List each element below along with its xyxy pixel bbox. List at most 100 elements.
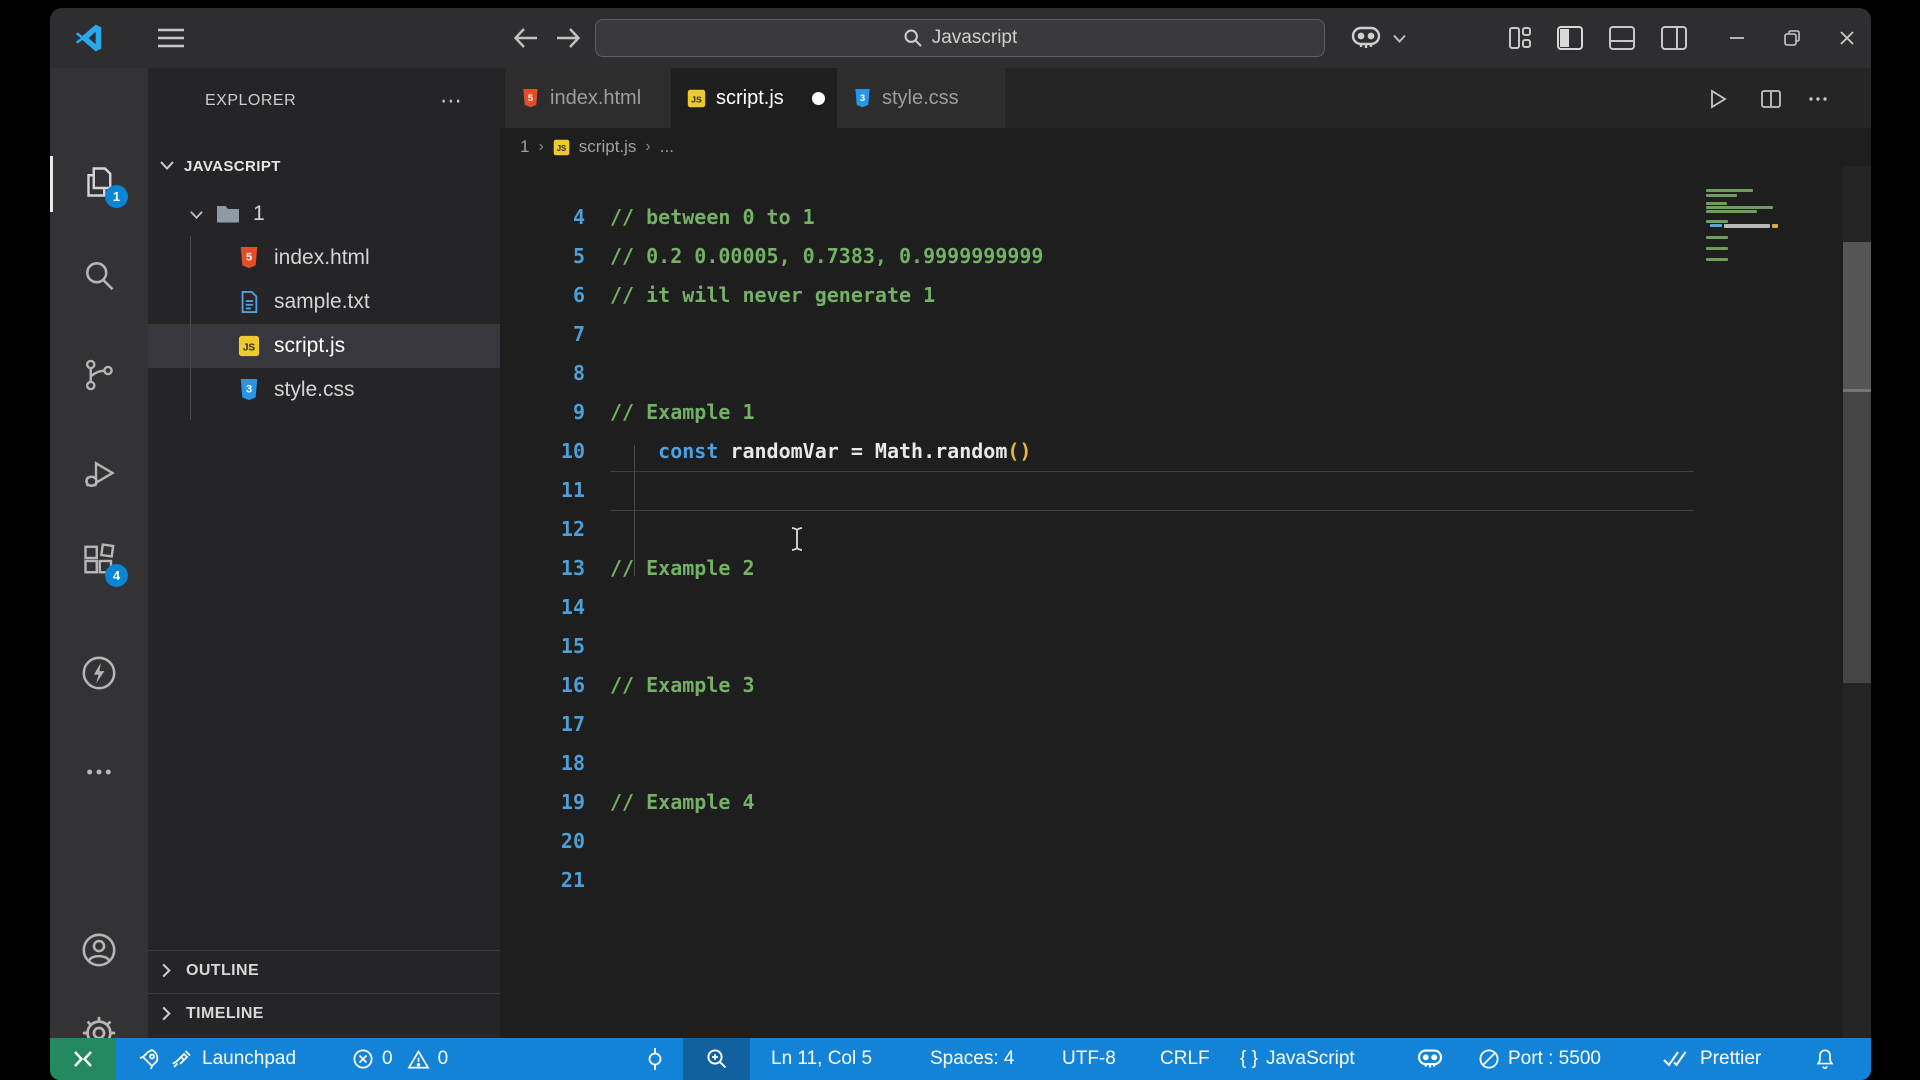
outline-section[interactable]: OUTLINE	[148, 950, 500, 990]
restore-button[interactable]	[1777, 24, 1807, 52]
tab-label: style.css	[882, 86, 959, 109]
line-number: 8	[572, 361, 585, 385]
breadcrumb-item-file[interactable]: script.js	[579, 137, 637, 157]
indentation-item[interactable]: Spaces: 4	[930, 1038, 1015, 1080]
code-token: // Example 3	[610, 673, 755, 697]
thunder-client-icon[interactable]	[79, 653, 119, 693]
file-row-index-html[interactable]: 5 index.html	[148, 236, 500, 280]
source-control-icon[interactable]	[79, 355, 119, 395]
minimap-line	[1706, 194, 1737, 197]
editor-more-actions-icon[interactable]	[1803, 84, 1833, 114]
code-line-15[interactable]: 15	[500, 627, 1700, 666]
code-text: // between 0 to 1	[610, 198, 815, 237]
code-line-19[interactable]: 19 // Example 4	[500, 783, 1700, 822]
run-file-button[interactable]	[1702, 84, 1732, 114]
code-line-9[interactable]: 9 // Example 1	[500, 393, 1700, 432]
code-line-18[interactable]: 18	[500, 744, 1700, 783]
cursor-position-item[interactable]: Ln 11, Col 5	[771, 1038, 872, 1080]
minimize-button[interactable]	[1722, 24, 1752, 52]
file-row-style-css[interactable]: 3 style.css	[148, 368, 500, 412]
customize-layout-icon[interactable]	[1505, 24, 1535, 52]
code-line-14[interactable]: 14	[500, 588, 1700, 627]
tab-style-css[interactable]: 3 style.css	[837, 68, 1005, 128]
close-button[interactable]	[1832, 24, 1862, 52]
screencast-target-icon[interactable]	[644, 1038, 666, 1080]
minimap-line	[1706, 247, 1728, 250]
explorer-icon[interactable]: 1	[79, 162, 128, 208]
language-mode-item[interactable]: { } JavaScript	[1240, 1038, 1355, 1080]
encoding-item[interactable]: UTF-8	[1062, 1038, 1116, 1080]
explorer-more-icon[interactable]: ⋯	[440, 88, 464, 114]
extensions-icon[interactable]: 4	[79, 541, 128, 587]
search-icon	[903, 28, 923, 48]
file-name: script.js	[274, 334, 346, 357]
screen-background: Javascript 1 4 EXPLORER ⋯ JAVASCRIPT 1 5…	[0, 0, 1920, 1080]
plug-icon	[170, 1047, 194, 1071]
minimap-line	[1706, 202, 1727, 205]
live-server-port-item[interactable]: Port : 5500	[1478, 1038, 1601, 1080]
toggle-primary-sidebar-icon[interactable]	[1555, 24, 1585, 52]
prettier-item[interactable]: Prettier	[1662, 1038, 1761, 1080]
search-view-icon[interactable]	[79, 255, 119, 295]
folder-row[interactable]: 1	[148, 192, 500, 236]
tab-script-js[interactable]: JS script.js	[671, 68, 837, 128]
double-check-icon	[1662, 1049, 1692, 1069]
forward-button[interactable]	[553, 23, 583, 53]
command-center-search[interactable]: Javascript	[595, 19, 1325, 57]
modified-dot-icon[interactable]	[811, 91, 825, 105]
code-text: // Example 2	[610, 549, 755, 588]
toggle-secondary-sidebar-icon[interactable]	[1659, 24, 1689, 52]
chevron-right-icon: ›	[538, 138, 544, 155]
scrollbar-thumb[interactable]	[1843, 242, 1871, 683]
code-line-7[interactable]: 7	[500, 315, 1700, 354]
editor-scrollbar[interactable]	[1843, 166, 1871, 1038]
split-editor-icon[interactable]	[1756, 84, 1786, 114]
minimap[interactable]	[1700, 166, 1843, 1038]
code-editor[interactable]: 4 // between 0 to 1 5 // 0.2 0.00005, 0.738…	[500, 166, 1700, 1038]
breadcrumb[interactable]: 1 › JS script.js › ...	[520, 128, 674, 166]
breadcrumb-item-symbol[interactable]: ...	[660, 137, 674, 157]
minimap-line	[1772, 224, 1778, 228]
workspace-section[interactable]: JAVASCRIPT	[148, 150, 500, 186]
explorer-title: EXPLORER	[205, 92, 297, 109]
txt-file-icon	[238, 290, 260, 314]
zoom-status-item[interactable]	[683, 1038, 750, 1080]
run-debug-icon[interactable]	[79, 453, 119, 493]
code-line-20[interactable]: 20	[500, 822, 1700, 861]
problems-item[interactable]: 0 0	[352, 1038, 448, 1080]
code-line-13[interactable]: 13 // Example 2	[500, 549, 1700, 588]
timeline-section[interactable]: TIMELINE	[148, 993, 500, 1033]
code-line-6[interactable]: 6 // it will never generate 1	[500, 276, 1700, 315]
toggle-panel-icon[interactable]	[1607, 24, 1637, 52]
code-line-16[interactable]: 16 // Example 3	[500, 666, 1700, 705]
minimap-line	[1706, 210, 1757, 213]
eol-label: CRLF	[1160, 1048, 1210, 1069]
copilot-chevron-down-icon[interactable]	[1390, 30, 1408, 46]
code-line-4[interactable]: 4 // between 0 to 1	[500, 198, 1700, 237]
code-line-10[interactable]: 10 const randomVar = Math.random()	[500, 432, 1700, 471]
code-line-5[interactable]: 5 // 0.2 0.00005, 0.7383, 0.9999999999	[500, 237, 1700, 276]
breadcrumb-item-folder[interactable]: 1	[520, 137, 529, 157]
notifications-bell-icon[interactable]	[1814, 1038, 1836, 1080]
copilot-status-icon[interactable]	[1416, 1038, 1444, 1080]
code-line-11[interactable]: 11	[500, 471, 1700, 511]
eol-item[interactable]: CRLF	[1160, 1038, 1210, 1080]
minimap-line	[1706, 189, 1753, 192]
more-views-icon[interactable]	[79, 752, 119, 792]
code-line-8[interactable]: 8	[500, 354, 1700, 393]
copilot-icon[interactable]	[1348, 23, 1384, 53]
code-line-21[interactable]: 21	[500, 861, 1700, 900]
code-line-12[interactable]: 12	[500, 510, 1700, 549]
launchpad-item[interactable]: Launchpad	[138, 1038, 296, 1080]
code-line-17[interactable]: 17	[500, 705, 1700, 744]
errors-count: 0	[382, 1048, 393, 1069]
account-icon[interactable]	[79, 930, 119, 970]
back-button[interactable]	[511, 23, 541, 53]
file-row-script-js[interactable]: JS script.js	[148, 324, 500, 368]
menu-hamburger-icon[interactable]	[155, 25, 187, 51]
tab-index-html[interactable]: 5 index.html	[505, 68, 671, 128]
file-row-sample-txt[interactable]: sample.txt	[148, 280, 500, 324]
remote-indicator[interactable]	[50, 1038, 116, 1080]
language-label: JavaScript	[1265, 1048, 1355, 1069]
css-file-icon: 3	[853, 88, 872, 109]
